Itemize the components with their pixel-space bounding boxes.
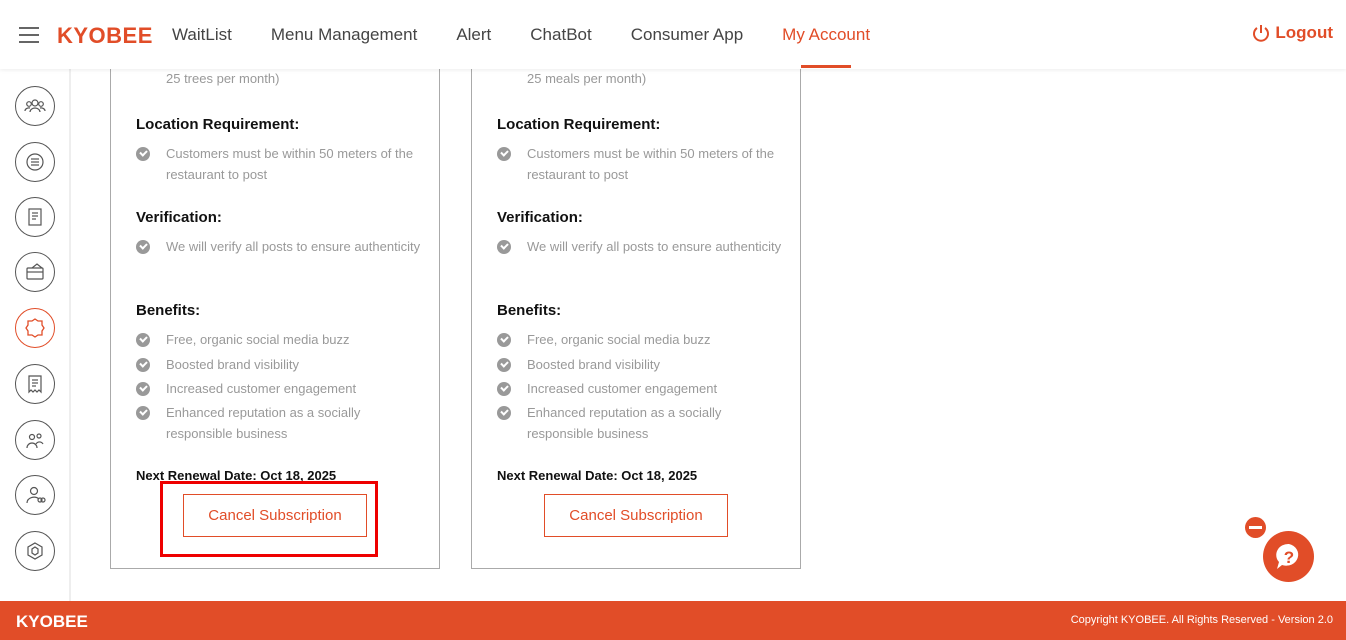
sidebar-card-icon[interactable] xyxy=(15,252,55,292)
main-nav: WaitList Menu Management Alert ChatBot C… xyxy=(172,0,909,69)
benefits-title: Benefits: xyxy=(136,302,201,319)
nav-alert[interactable]: Alert xyxy=(456,0,491,69)
list-item: Enhanced reputation as a socially respon… xyxy=(497,404,787,444)
check-icon xyxy=(136,382,150,396)
check-icon xyxy=(136,406,150,420)
benefits-title: Benefits: xyxy=(497,302,562,319)
list-item: Boosted brand visibility xyxy=(497,356,787,375)
app-logo[interactable]: KYOBEE xyxy=(57,23,153,49)
location-title: Location Requirement: xyxy=(497,116,661,133)
card-top-text: 25 trees per month) xyxy=(166,71,280,86)
list-item: We will verify all posts to ensure authe… xyxy=(136,238,426,257)
sidebar-badge-icon[interactable] xyxy=(15,308,55,348)
sidebar xyxy=(0,69,71,601)
chat-help-button[interactable]: ? xyxy=(1263,531,1314,582)
sidebar-people-icon[interactable] xyxy=(15,420,55,460)
list-item: Customers must be within 50 meters of th… xyxy=(497,145,787,185)
check-icon xyxy=(497,147,511,161)
check-icon xyxy=(497,406,511,420)
verification-title: Verification: xyxy=(136,209,222,226)
cancel-subscription-button[interactable]: Cancel Subscription xyxy=(544,494,728,537)
nav-waitlist[interactable]: WaitList xyxy=(172,0,232,69)
check-icon xyxy=(497,240,511,254)
subscription-card-2: 25 meals per month) Location Requirement… xyxy=(471,60,801,569)
list-item: Increased customer engagement xyxy=(136,380,426,399)
hamburger-menu-icon[interactable] xyxy=(19,27,39,43)
sidebar-hexagon-icon[interactable] xyxy=(15,531,55,571)
svg-text:?: ? xyxy=(1283,548,1293,567)
check-icon xyxy=(136,333,150,347)
logout-button[interactable]: Logout xyxy=(1251,23,1333,43)
sidebar-chat-list-icon[interactable] xyxy=(15,142,55,182)
nav-menu-management[interactable]: Menu Management xyxy=(271,0,417,69)
list-item: Enhanced reputation as a socially respon… xyxy=(136,404,426,444)
card-top-text: 25 meals per month) xyxy=(527,71,647,86)
list-item: We will verify all posts to ensure authe… xyxy=(497,238,787,257)
nav-chatbot[interactable]: ChatBot xyxy=(530,0,591,69)
footer: KYOBEE Copyright KYOBEE. All Rights Rese… xyxy=(0,601,1346,640)
top-header: KYOBEE WaitList Menu Management Alert Ch… xyxy=(0,0,1346,69)
location-title: Location Requirement: xyxy=(136,116,300,133)
footer-logo: KYOBEE xyxy=(16,612,88,631)
sidebar-group-icon[interactable] xyxy=(15,86,55,126)
check-icon xyxy=(136,240,150,254)
highlight-box xyxy=(160,481,378,557)
sidebar-receipt-icon[interactable] xyxy=(15,364,55,404)
logout-label: Logout xyxy=(1275,23,1333,42)
list-item: Boosted brand visibility xyxy=(136,356,426,375)
list-item: Customers must be within 50 meters of th… xyxy=(136,145,426,185)
check-icon xyxy=(497,382,511,396)
power-icon xyxy=(1253,25,1270,42)
check-icon xyxy=(136,147,150,161)
sidebar-document-icon[interactable] xyxy=(15,197,55,237)
list-item: Free, organic social media buzz xyxy=(136,331,426,350)
list-item: Increased customer engagement xyxy=(497,380,787,399)
question-bubble-icon: ? xyxy=(1275,543,1298,569)
footer-copyright: Copyright KYOBEE. All Rights Reserved - … xyxy=(1070,614,1333,626)
check-icon xyxy=(497,333,511,347)
chat-minimize-icon[interactable] xyxy=(1245,517,1266,538)
renewal-date: Next Renewal Date: Oct 18, 2025 xyxy=(497,468,698,483)
nav-consumer-app[interactable]: Consumer App xyxy=(631,0,743,69)
check-icon xyxy=(497,358,511,372)
check-icon xyxy=(136,358,150,372)
sidebar-user-link-icon[interactable] xyxy=(15,475,55,515)
verification-title: Verification: xyxy=(497,209,583,226)
list-item: Free, organic social media buzz xyxy=(497,331,787,350)
nav-my-account[interactable]: My Account xyxy=(782,0,870,69)
